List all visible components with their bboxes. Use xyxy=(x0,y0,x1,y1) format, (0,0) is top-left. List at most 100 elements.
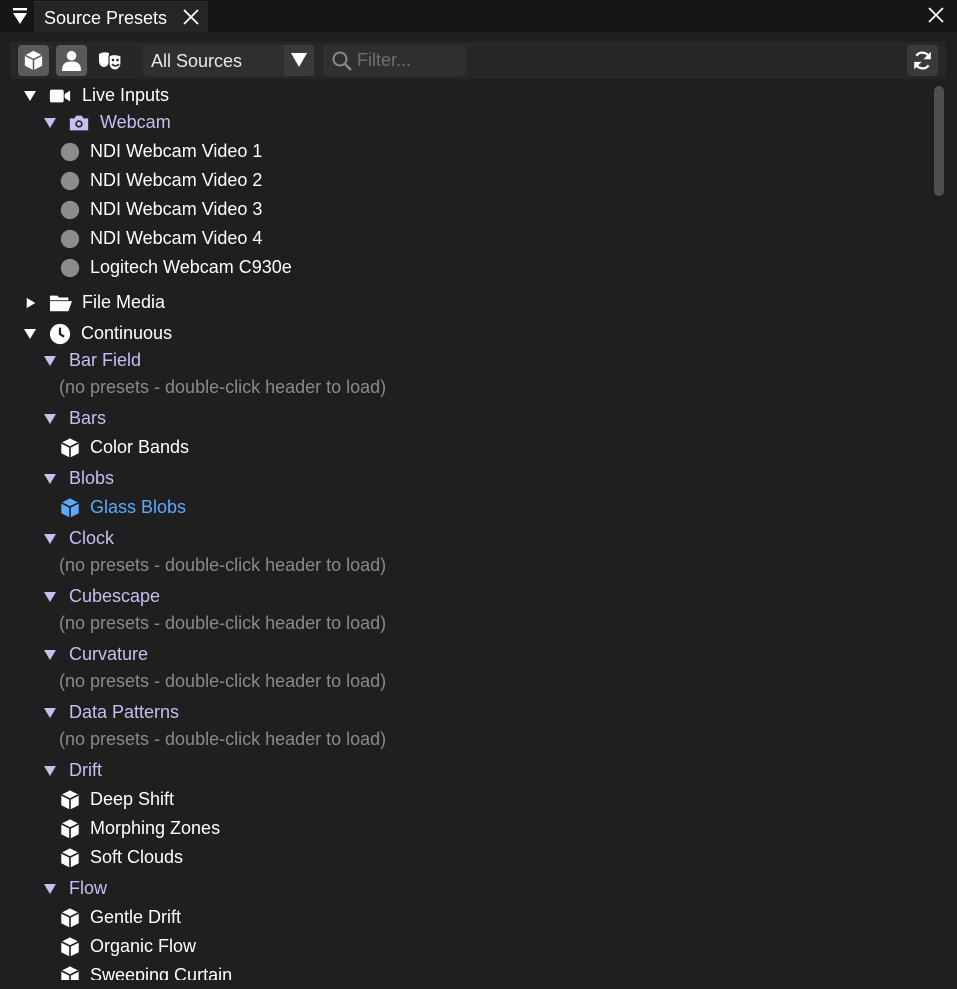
tree-item-webcam-4[interactable]: NDI Webcam Video 4 xyxy=(0,225,928,253)
item-label: NDI Webcam Video 1 xyxy=(90,141,263,161)
filter-box xyxy=(323,45,466,76)
tree-group-webcam[interactable]: Webcam xyxy=(0,109,928,137)
tree-group-flow[interactable]: Flow xyxy=(0,875,928,903)
tree-scrollbar-thumb[interactable] xyxy=(934,86,944,196)
expand-arrow-down-icon[interactable] xyxy=(23,328,37,340)
camera-icon xyxy=(69,115,89,131)
tree-preset-item[interactable]: Sweeping Curtain xyxy=(0,962,928,980)
filter-input[interactable] xyxy=(357,45,462,76)
tree-group-blobs[interactable]: Blobs xyxy=(0,465,928,493)
empty-hint-text: (no presets - double-click header to loa… xyxy=(59,613,387,633)
tree-category-continuous[interactable]: Continuous xyxy=(0,320,928,348)
expand-arrow-down-icon[interactable] xyxy=(23,90,37,102)
refresh-button[interactable] xyxy=(907,45,938,76)
item-label: NDI Webcam Video 3 xyxy=(90,199,263,219)
expand-arrow-down-icon[interactable] xyxy=(43,473,57,485)
search-icon xyxy=(332,51,352,71)
circle-icon xyxy=(60,142,80,162)
tree-group-clock[interactable]: Clock xyxy=(0,525,928,553)
cube-icon xyxy=(60,937,80,957)
tree-preset-item-selected[interactable]: Glass Blobs xyxy=(0,494,928,522)
cube-icon xyxy=(60,848,80,868)
tree-group-bar-field[interactable]: Bar Field xyxy=(0,347,928,375)
tree-group-data-patterns[interactable]: Data Patterns xyxy=(0,699,928,727)
source-type-value: All Sources xyxy=(151,51,243,71)
group-label: Drift xyxy=(69,760,102,780)
tree-category-file-media[interactable]: File Media xyxy=(0,289,928,317)
video-camera-icon xyxy=(49,89,71,103)
preset-label: Organic Flow xyxy=(90,936,197,956)
masks-icon xyxy=(99,52,122,71)
cube-icon xyxy=(60,438,80,458)
tree-item-webcam-1[interactable]: NDI Webcam Video 1 xyxy=(0,138,928,166)
source-type-select[interactable]: All Sources xyxy=(143,45,314,76)
tree-item-webcam-3[interactable]: NDI Webcam Video 3 xyxy=(0,196,928,224)
tree-preset-item[interactable]: Color Bands xyxy=(0,434,928,462)
tree-group-bars[interactable]: Bars xyxy=(0,405,928,433)
tree-preset-item[interactable]: Soft Clouds xyxy=(0,844,928,872)
group-label: Data Patterns xyxy=(69,702,180,722)
preset-label: Soft Clouds xyxy=(90,847,184,867)
title-bar: Source Presets xyxy=(0,0,957,32)
group-label: Bar Field xyxy=(69,350,142,370)
window-close-icon[interactable] xyxy=(927,6,945,24)
preset-label: Deep Shift xyxy=(90,789,175,809)
expand-arrow-down-icon[interactable] xyxy=(43,413,57,425)
group-label: Curvature xyxy=(69,644,149,664)
tree-preset-item[interactable]: Morphing Zones xyxy=(0,815,928,843)
item-label: Logitech Webcam C930e xyxy=(90,257,292,277)
cube-icon xyxy=(60,790,80,810)
tree-group-drift[interactable]: Drift xyxy=(0,757,928,785)
cube-icon xyxy=(60,498,80,518)
source-presets-panel: Source Presets All Sources Filter... Liv… xyxy=(0,0,957,989)
preset-label: Glass Blobs xyxy=(90,497,187,517)
clock-icon xyxy=(49,323,71,345)
user-icon xyxy=(61,50,82,72)
category-label: Continuous xyxy=(81,323,173,343)
show-theater-presets-button[interactable] xyxy=(94,45,125,76)
group-label: Bars xyxy=(69,408,107,428)
preset-label: Morphing Zones xyxy=(90,818,221,838)
empty-presets-hint: (no presets - double-click header to loa… xyxy=(0,726,928,754)
empty-presets-hint: (no presets - double-click header to loa… xyxy=(0,610,928,638)
tree-item-webcam-5[interactable]: Logitech Webcam C930e xyxy=(0,254,928,282)
expand-arrow-down-icon[interactable] xyxy=(43,591,57,603)
tab-source-presets[interactable]: Source Presets xyxy=(34,1,208,32)
tree-preset-item[interactable]: Organic Flow xyxy=(0,933,928,961)
expand-arrow-down-icon[interactable] xyxy=(43,765,57,777)
toolbar: All Sources xyxy=(10,42,946,79)
empty-presets-hint: (no presets - double-click header to loa… xyxy=(0,374,928,402)
expand-arrow-down-icon[interactable] xyxy=(43,355,57,367)
circle-icon xyxy=(60,229,80,249)
show-user-presets-button[interactable] xyxy=(56,45,87,76)
expand-arrow-down-icon[interactable] xyxy=(43,707,57,719)
tree-preset-item[interactable]: Gentle Drift xyxy=(0,904,928,932)
expand-arrow-down-icon[interactable] xyxy=(43,883,57,895)
show-presets-button[interactable] xyxy=(18,45,49,76)
refresh-icon xyxy=(914,51,931,70)
source-type-dropdown-arrow[interactable] xyxy=(284,45,314,76)
item-label: NDI Webcam Video 4 xyxy=(90,228,263,248)
panel-menu-button[interactable] xyxy=(8,5,32,27)
cube-icon xyxy=(60,908,80,928)
group-label: Clock xyxy=(69,528,115,548)
tree-group-cubescape[interactable]: Cubescape xyxy=(0,583,928,611)
tree-item-webcam-2[interactable]: NDI Webcam Video 2 xyxy=(0,167,928,195)
empty-hint-text: (no presets - double-click header to loa… xyxy=(59,555,387,575)
tree-group-curvature[interactable]: Curvature xyxy=(0,641,928,669)
expand-arrow-down-icon[interactable] xyxy=(43,533,57,545)
tab-title: Source Presets xyxy=(44,8,168,28)
expand-arrow-down-icon[interactable] xyxy=(43,649,57,661)
tree-preset-item[interactable]: Deep Shift xyxy=(0,786,928,814)
group-label: Blobs xyxy=(69,468,115,488)
item-label: NDI Webcam Video 2 xyxy=(90,170,263,190)
expand-arrow-right-icon[interactable] xyxy=(24,297,38,309)
panel-menu-icon xyxy=(13,8,27,24)
chevron-down-icon xyxy=(291,53,307,67)
cube-icon xyxy=(60,966,80,980)
expand-arrow-down-icon[interactable] xyxy=(43,117,57,129)
circle-icon xyxy=(60,258,80,278)
tree-category-live-inputs[interactable]: Live Inputs xyxy=(0,82,928,110)
cube-icon xyxy=(60,819,80,839)
tab-close-icon[interactable] xyxy=(182,8,200,26)
